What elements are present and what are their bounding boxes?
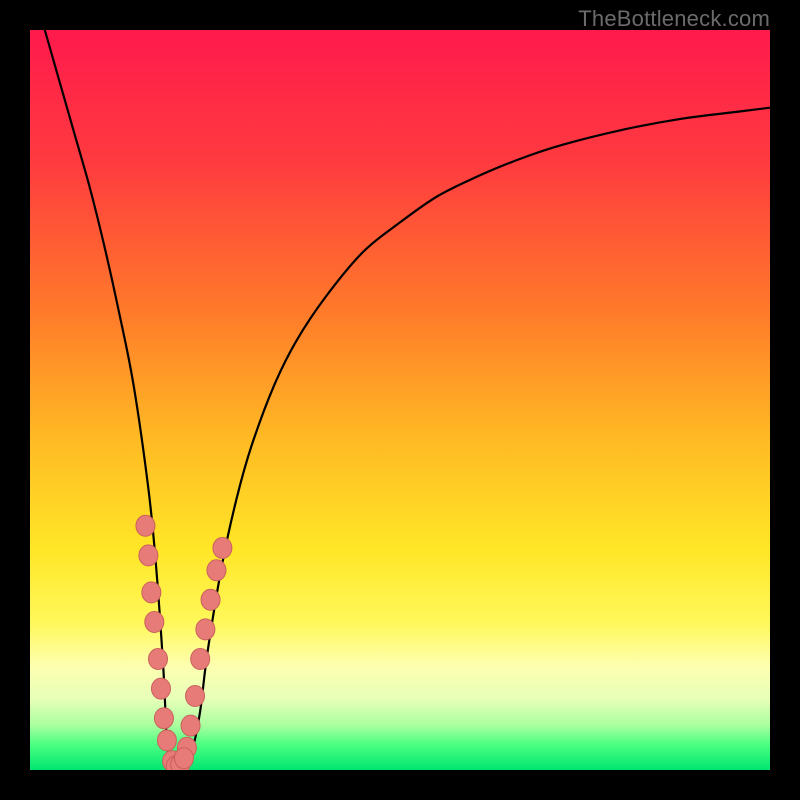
scatter-dots <box>136 515 232 770</box>
plot-area <box>30 30 770 770</box>
data-dot <box>157 730 176 751</box>
watermark-label: TheBottleneck.com <box>578 6 770 32</box>
data-dot <box>139 545 158 566</box>
data-dot <box>191 649 210 670</box>
data-dot <box>213 538 232 559</box>
data-dot <box>174 748 193 769</box>
data-dot <box>142 582 161 603</box>
data-dot <box>186 686 205 707</box>
chart-frame: TheBottleneck.com <box>0 0 800 800</box>
data-dot <box>181 715 200 736</box>
data-dot <box>201 589 220 610</box>
curve-layer <box>30 30 770 770</box>
data-dot <box>196 619 215 640</box>
data-dot <box>207 560 226 581</box>
data-dot <box>145 612 164 633</box>
data-dot <box>154 708 173 729</box>
data-dot <box>149 649 168 670</box>
data-dot <box>151 678 170 699</box>
data-dot <box>136 515 155 536</box>
